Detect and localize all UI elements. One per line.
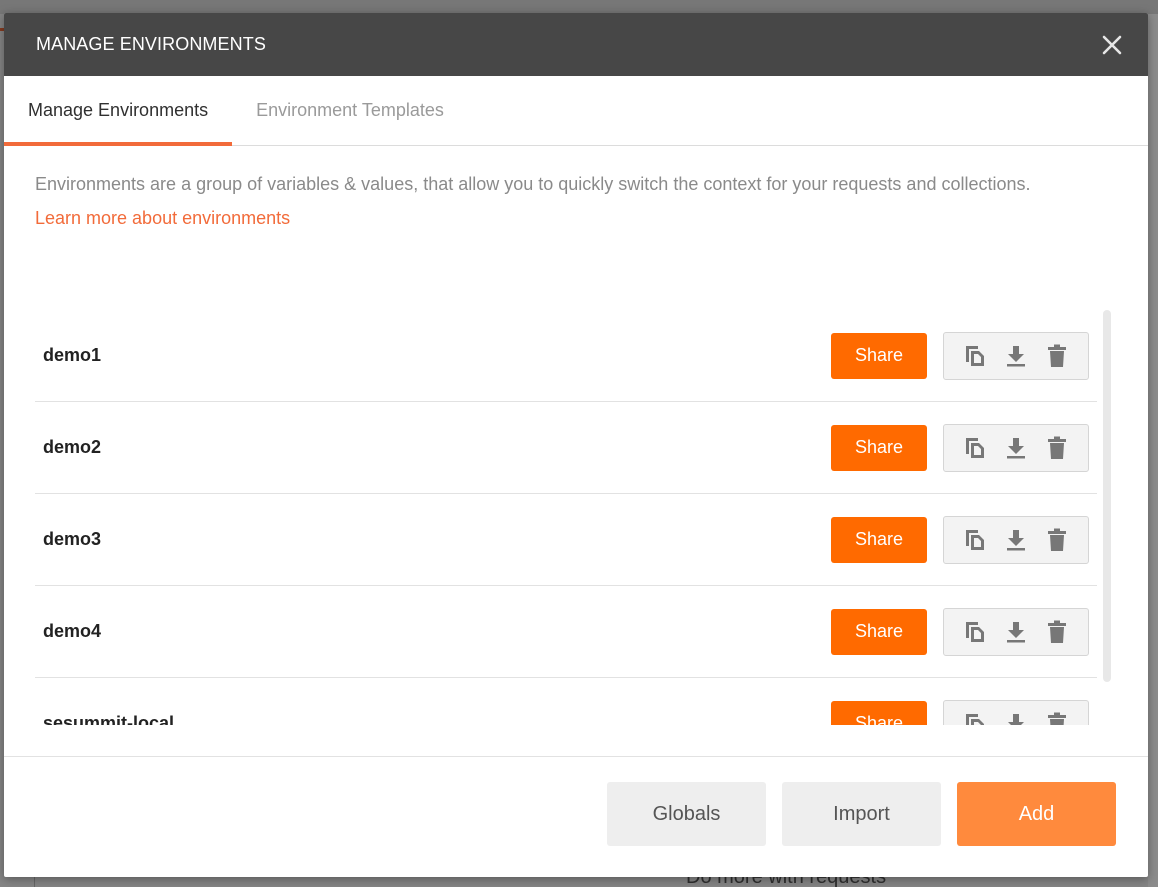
environment-icon-group	[943, 423, 1089, 472]
trash-icon	[1048, 436, 1067, 459]
environment-actions: Share	[831, 607, 1089, 656]
download-button[interactable]	[1001, 525, 1031, 555]
learn-more-link[interactable]: Learn more about environments	[35, 208, 290, 229]
share-button[interactable]: Share	[831, 608, 927, 655]
duplicate-icon	[965, 621, 984, 642]
environment-name[interactable]: demo1	[43, 345, 101, 366]
environment-icon-group	[943, 607, 1089, 656]
download-button[interactable]	[1001, 341, 1031, 371]
duplicate-button[interactable]	[960, 341, 990, 371]
download-button[interactable]	[1001, 433, 1031, 463]
tab-environment-templates[interactable]: Environment Templates	[232, 76, 468, 145]
delete-button[interactable]	[1042, 709, 1072, 725]
duplicate-icon	[965, 529, 984, 550]
background-topbar	[0, 0, 1158, 14]
duplicate-icon	[965, 713, 984, 725]
download-icon	[1006, 437, 1025, 458]
download-icon	[1006, 345, 1025, 366]
environment-icon-group	[943, 699, 1089, 725]
modal-footer: Globals Import Add	[4, 756, 1148, 877]
modal-title: MANAGE ENVIRONMENTS	[36, 34, 266, 54]
background-right-pane	[1148, 14, 1158, 887]
download-button[interactable]	[1001, 709, 1031, 725]
delete-button[interactable]	[1042, 525, 1072, 555]
tab-manage-environments[interactable]: Manage Environments	[4, 76, 233, 146]
download-icon	[1006, 529, 1025, 550]
globals-button[interactable]: Globals	[607, 782, 766, 846]
share-button[interactable]: Share	[831, 516, 927, 563]
share-button[interactable]: Share	[831, 700, 927, 725]
duplicate-button[interactable]	[960, 709, 990, 725]
environment-name[interactable]: sesummit-local	[43, 713, 174, 725]
environment-name[interactable]: demo3	[43, 529, 101, 550]
duplicate-button[interactable]	[960, 617, 990, 647]
close-icon	[1102, 35, 1122, 54]
environment-actions: Share	[831, 331, 1089, 380]
environment-row: demo2 Share	[35, 402, 1097, 494]
close-button[interactable]	[1098, 31, 1126, 59]
environment-actions: Share	[831, 699, 1089, 725]
modal-header: MANAGE ENVIRONMENTS	[4, 13, 1148, 76]
environment-actions: Share	[831, 515, 1089, 564]
share-button[interactable]: Share	[831, 424, 927, 471]
trash-icon	[1048, 620, 1067, 643]
add-button[interactable]: Add	[957, 782, 1116, 846]
environment-list-scrollbar[interactable]	[1103, 310, 1111, 682]
duplicate-button[interactable]	[960, 525, 990, 555]
environment-name[interactable]: demo2	[43, 437, 101, 458]
trash-icon	[1048, 712, 1067, 725]
environment-row: demo1 Share	[35, 310, 1097, 402]
trash-icon	[1048, 344, 1067, 367]
trash-icon	[1048, 528, 1067, 551]
import-button[interactable]: Import	[782, 782, 941, 846]
duplicate-button[interactable]	[960, 433, 990, 463]
duplicate-icon	[965, 437, 984, 458]
download-icon	[1006, 621, 1025, 642]
download-icon	[1007, 713, 1024, 725]
environment-list-viewport: demo1 Share demo2 Share demo3 Share demo…	[35, 310, 1111, 725]
environment-row: demo3 Share	[35, 494, 1097, 586]
download-button[interactable]	[1001, 617, 1031, 647]
environment-actions: Share	[831, 423, 1089, 472]
environment-row: sesummit-local Share	[35, 678, 1097, 725]
share-button[interactable]: Share	[831, 332, 927, 379]
environment-name[interactable]: demo4	[43, 621, 101, 642]
delete-button[interactable]	[1042, 433, 1072, 463]
duplicate-icon	[965, 345, 984, 366]
environment-icon-group	[943, 515, 1089, 564]
tab-bar: Manage Environments Environment Template…	[4, 76, 1148, 146]
delete-button[interactable]	[1042, 341, 1072, 371]
environment-row: demo4 Share	[35, 586, 1097, 678]
manage-environments-modal: MANAGE ENVIRONMENTS Manage Environments …	[4, 13, 1148, 877]
environment-list: demo1 Share demo2 Share demo3 Share demo…	[35, 310, 1097, 725]
environment-icon-group	[943, 331, 1089, 380]
delete-button[interactable]	[1042, 617, 1072, 647]
environments-description: Environments are a group of variables & …	[35, 174, 1031, 194]
